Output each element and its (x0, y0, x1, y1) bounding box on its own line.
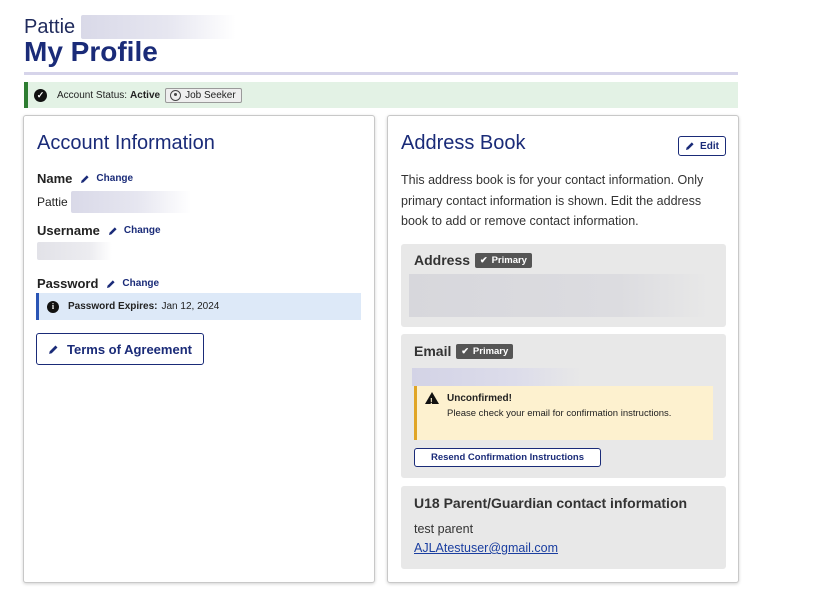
resend-confirmation-button[interactable]: Resend Confirmation Instructions (414, 448, 601, 467)
redacted-address (409, 274, 709, 317)
primary-badge-label: Primary (472, 345, 509, 357)
pencil-icon (108, 226, 117, 235)
terms-of-agreement-label: Terms of Agreement (67, 341, 192, 357)
guardian-name: test parent (414, 522, 474, 536)
info-icon: i (47, 300, 59, 313)
redacted-email (412, 368, 582, 386)
address-heading: Address (414, 252, 471, 268)
change-password-label: Change (122, 278, 160, 289)
username-label: Username (37, 223, 100, 238)
page-title: My Profile (24, 36, 158, 67)
redacted-username (37, 242, 112, 260)
name-label: Name (37, 171, 73, 186)
checkmark-icon: ✔ (480, 254, 488, 265)
pencil-icon (81, 174, 90, 183)
role-label: Job Seeker (185, 89, 236, 101)
name-value-row: Pattie (37, 191, 191, 213)
name-value: Pattie (37, 195, 68, 209)
name-field: Name Change (37, 171, 133, 186)
primary-badge-label: Primary (491, 254, 527, 266)
account-status-value: Active (130, 89, 161, 101)
edit-address-book-button[interactable]: Edit (678, 136, 726, 156)
change-password-link[interactable]: Change (106, 278, 159, 289)
pencil-icon (107, 279, 116, 288)
address-panel: Address ✔ Primary (401, 244, 726, 327)
check-circle-icon: ✓ (34, 88, 47, 102)
change-name-label: Change (96, 173, 134, 184)
edit-label: Edit (700, 140, 719, 152)
user-circle-icon (170, 89, 182, 101)
password-label: Password (37, 276, 99, 291)
guardian-heading: U18 Parent/Guardian contact information (414, 495, 688, 511)
redacted-name (70, 191, 191, 213)
change-username-label: Change (123, 225, 161, 236)
email-panel: Email ✔ Primary Unconfirmed! Please chec… (401, 334, 726, 478)
username-value-row (37, 242, 112, 260)
password-expires-notice: i Password Expires: Jan 12, 2024 (36, 293, 361, 320)
email-heading-row: Email ✔ Primary (414, 343, 514, 359)
pencil-icon (686, 142, 694, 150)
primary-badge: ✔ Primary (475, 252, 532, 268)
guardian-email-link[interactable]: AJLAtestuser@gmail.com (414, 541, 558, 555)
address-book-description: This address book is for your contact in… (401, 173, 704, 228)
pencil-icon (49, 345, 58, 354)
account-information-heading: Account Information (37, 132, 215, 154)
guardian-panel: U18 Parent/Guardian contact information … (401, 486, 726, 569)
change-username-link[interactable]: Change (108, 225, 161, 236)
checkmark-icon: ✔ (461, 345, 469, 356)
address-heading-row: Address ✔ Primary (414, 252, 532, 268)
title-divider (24, 72, 738, 75)
role-chip: Job Seeker (165, 87, 242, 103)
unconfirmed-warning: Unconfirmed! Please check your email for… (414, 386, 713, 440)
password-expires-value: Jan 12, 2024 (161, 301, 220, 312)
account-information-card: Account Information Name Change Pattie U… (23, 115, 375, 583)
unconfirmed-title: Unconfirmed! (447, 393, 512, 404)
unconfirmed-text: Please check your email for confirmation… (447, 408, 672, 419)
email-heading: Email (414, 343, 452, 359)
primary-badge: ✔ Primary (456, 343, 514, 359)
account-status-bar: ✓ Account Status: Active Job Seeker (24, 82, 738, 108)
address-book-heading: Address Book (401, 132, 526, 154)
terms-of-agreement-button[interactable]: Terms of Agreement (36, 333, 204, 365)
password-field: Password Change (37, 276, 159, 291)
address-book-card: Address Book Edit This address book is f… (387, 115, 739, 583)
warning-triangle-icon (425, 392, 439, 409)
account-status-label: Account Status: (57, 89, 128, 101)
username-field: Username Change (37, 223, 161, 238)
change-name-link[interactable]: Change (80, 173, 133, 184)
password-expires-label: Password Expires: (68, 301, 158, 312)
